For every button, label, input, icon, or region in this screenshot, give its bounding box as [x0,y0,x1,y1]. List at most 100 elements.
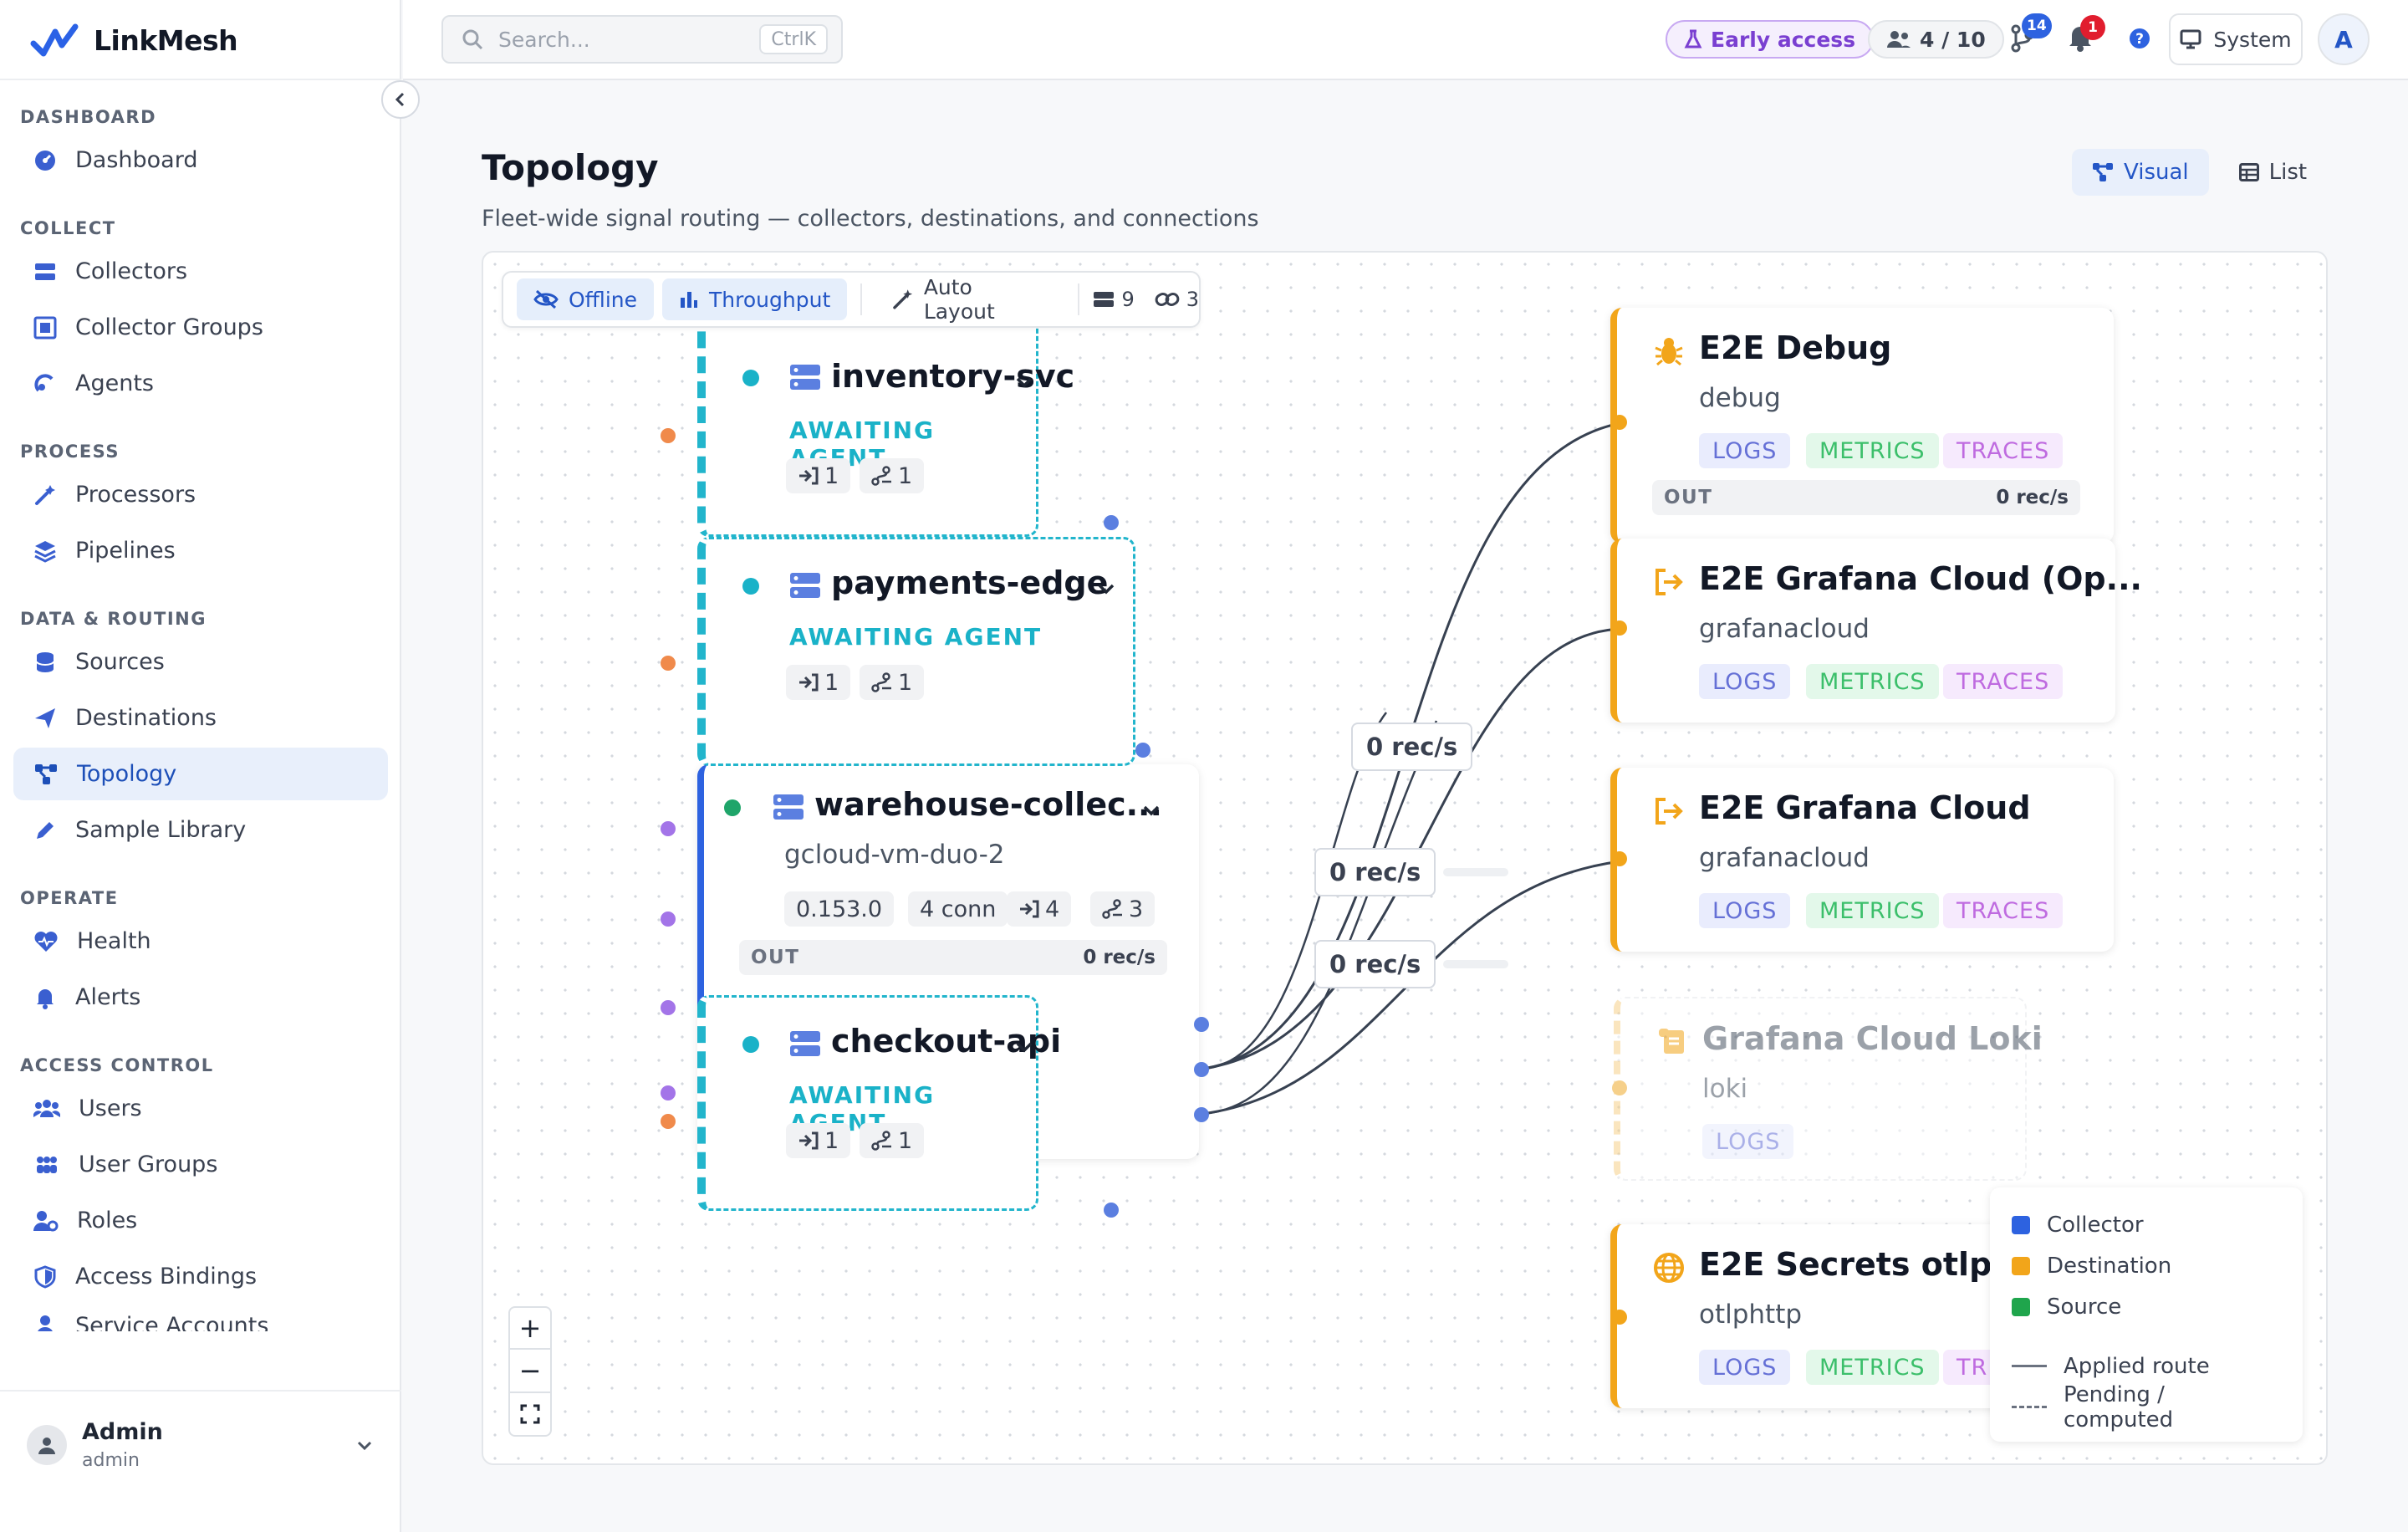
bell-icon [37,988,54,1009]
topology-icon [2093,163,2113,181]
notifications-button[interactable]: 1 [2067,15,2105,55]
chevron-down-icon[interactable] [1013,373,1035,391]
sidebar-item-service-accounts[interactable]: Service Accounts [13,1306,388,1331]
chevron-down-icon[interactable] [1095,580,1117,598]
sign-in-icon [799,467,819,485]
user-role: admin [82,1450,140,1471]
destination-node-e2e-debug[interactable]: E2E Debug debug LOGS METRICS TRACES OUT … [1610,308,2114,544]
sidebar-item-access-bindings[interactable]: Access Bindings [13,1250,388,1303]
input-handle[interactable] [661,428,676,443]
topology-canvas[interactable]: warehouse-collec... gcloud-vm-duo-2 0.15… [482,251,2328,1465]
signal-tag-logs: LOGS [1699,664,1791,699]
legend-line [2012,1406,2047,1408]
pull-requests-button[interactable]: 14 [2010,13,2052,57]
zoom-in-button[interactable]: + [508,1306,552,1350]
sidebar-item-sample-library[interactable]: Sample Library [13,804,388,856]
offline-toggle[interactable]: Offline [517,278,655,320]
sidebar-item-dashboard[interactable]: Dashboard [13,134,388,186]
destination-node-e2e-grafana-cloud-op[interactable]: E2E Grafana Cloud (Op... grafanacloud LO… [1610,539,2142,723]
visual-view-button[interactable]: Visual [2072,149,2209,196]
zoom-out-button[interactable]: − [508,1350,552,1393]
account-avatar[interactable]: A [2318,13,2370,65]
collector-node-payments-edge[interactable]: payments-edge AWAITING AGENT 1 1 [697,537,1135,766]
output-handle[interactable] [1194,1107,1209,1122]
input-handle[interactable] [661,1114,676,1129]
destination-type: debug [1699,383,1781,413]
destination-node-grafana-cloud-loki[interactable]: Grafana Cloud Loki loki LOGS [1614,997,2043,1181]
sidebar-item-label: Processors [75,482,196,508]
bug-icon [1655,338,1683,366]
auto-layout-button[interactable]: Auto Layout [875,275,1064,324]
input-handle[interactable] [661,1085,676,1100]
sidebar-item-label: Access Bindings [75,1264,258,1289]
sidebar-item-alerts[interactable]: Alerts [13,971,388,1024]
edge-rate-label[interactable]: 0 rec/s [1314,848,1436,896]
status-dot [742,370,759,386]
input-handle[interactable] [1612,1310,1627,1325]
input-handle[interactable] [1612,851,1627,866]
user-menu[interactable]: Admin admin [0,1390,401,1499]
chevron-down-icon[interactable] [1140,801,1162,820]
sidebar-item-health[interactable]: Health [13,915,388,968]
throughput-toggle[interactable]: Throughput [662,278,848,320]
signal-tag-logs: LOGS [1699,433,1791,468]
signal-tag-traces: TRACES [1943,433,2064,468]
theme-selector[interactable]: System [2169,13,2303,65]
input-handle[interactable] [661,1000,676,1015]
output-handle[interactable] [1194,1062,1209,1077]
edge-rate-label[interactable]: 0 rec/s [1314,940,1436,988]
help-button[interactable]: ? [2129,28,2150,53]
collector-out-bar: OUT 0 rec/s [739,940,1167,975]
sidebar-item-collector-groups[interactable]: Collector Groups [13,301,388,354]
sidebar-item-roles[interactable]: Roles [13,1194,388,1247]
sidebar-item-user-groups[interactable]: User Groups [13,1138,388,1191]
brand[interactable]: LinkMesh [30,17,238,64]
input-handle[interactable] [1612,620,1627,636]
node-count: 9 [1093,288,1135,311]
sidebar-item-pipelines[interactable]: Pipelines [13,524,388,577]
chevron-down-icon[interactable] [1013,1038,1035,1056]
sidebar-item-sources[interactable]: Sources [13,636,388,688]
out-rate: 0 rec/s [1083,947,1156,968]
output-handle[interactable] [1135,743,1150,758]
brand-name: LinkMesh [94,23,238,57]
output-handle[interactable] [1104,515,1119,530]
search-icon [462,29,483,50]
input-handle[interactable] [661,912,676,927]
pencil-icon [37,821,54,839]
output-handle[interactable] [1104,1203,1119,1218]
collapse-sidebar-button[interactable] [381,80,420,119]
input-handle[interactable] [1612,1080,1627,1095]
input-handle[interactable] [1612,415,1627,430]
edge-rate-label[interactable]: 0 rec/s [1351,723,1473,771]
sidebar-item-topology[interactable]: Topology [13,748,388,800]
input-handle[interactable] [661,656,676,671]
search-input[interactable]: Search... CtrlK [441,15,843,64]
group-icon [33,316,57,339]
help-icon: ? [2130,28,2150,49]
fit-view-button[interactable] [508,1393,552,1437]
list-view-button[interactable]: List [2219,149,2327,196]
visual-view-label: Visual [2124,160,2189,185]
out-label: OUT [751,947,800,968]
users-icon [33,1099,60,1117]
destination-name: E2E Debug [1699,329,1892,366]
seats-indicator[interactable]: 4 / 10 [1868,20,2004,59]
collector-node-checkout-api[interactable]: checkout-api AWAITING AGENT 1 1 [697,995,1061,1211]
sidebar-item-destinations[interactable]: Destinations [13,692,388,744]
legend: Collector Destination Source Applied rou… [1990,1187,2303,1442]
early-access-badge[interactable]: Early access [1666,20,1875,59]
sidebar-item-agents[interactable]: Agents [13,357,388,410]
routes-chip: 3 [1090,891,1156,927]
routes-chip: 1 [860,665,925,700]
heartbeat-icon [34,931,58,952]
sidebar-item-processors[interactable]: Processors [13,468,388,521]
output-handle[interactable] [1194,1017,1209,1032]
sidebar-item-label: Roles [77,1208,138,1233]
offline-label: Offline [569,287,638,312]
sidebar-item-users[interactable]: Users [13,1082,388,1135]
legend-item-pending-route: Pending / computed [2012,1382,2281,1432]
input-handle[interactable] [661,821,676,836]
destination-node-e2e-grafana-cloud[interactable]: E2E Grafana Cloud grafanacloud LOGS METR… [1610,768,2114,952]
sidebar-item-collectors[interactable]: Collectors [13,245,388,298]
